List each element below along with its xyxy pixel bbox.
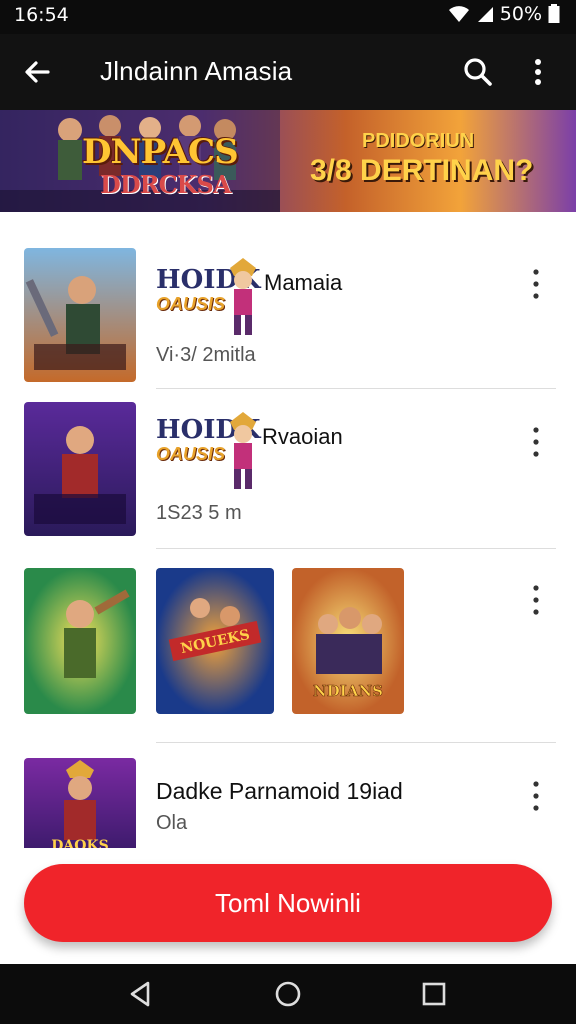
game-thumbnail	[24, 248, 136, 382]
list-item[interactable]: DAOKS Dadke Parnamoid 19iad Ola	[0, 744, 576, 848]
game-thumbnail: NOUEKS	[156, 568, 274, 714]
item-title: Rvaoian	[262, 424, 343, 449]
footer: Toml Nowinli	[0, 848, 576, 964]
status-bar: 16:54 50%	[0, 0, 576, 34]
game-list: HOIDK OAUSIS Mamaia Vi·3/ 2mitla HOIDK O…	[0, 226, 576, 848]
more-vert-icon	[535, 59, 541, 85]
thumb-label: NDIANS	[313, 682, 383, 700]
mascot-icon	[230, 258, 256, 335]
divider	[156, 388, 556, 389]
search-icon	[464, 58, 492, 86]
status-icons: 50%	[448, 3, 560, 25]
item-title: Dadke Parnamoid 19iad	[156, 778, 403, 804]
list-item[interactable]: NOUEKS NDIANS	[0, 550, 576, 744]
nav-recents-icon[interactable]	[418, 978, 450, 1010]
more-options-button[interactable]	[518, 52, 558, 92]
item-more-icon[interactable]	[524, 266, 548, 302]
list-item[interactable]: HOIDK OAUSIS Rvaoian 1S23 5 m	[0, 390, 576, 550]
primary-action-button[interactable]: Toml Nowinli	[24, 864, 552, 942]
item-more-icon[interactable]	[524, 778, 548, 814]
nav-home-icon[interactable]	[272, 978, 304, 1010]
thumb-label: DAOKS	[51, 838, 108, 848]
promo-banner[interactable]: DNPACS DDRCKSA PDIDORIUN 3/8 DERTINAN?	[0, 110, 576, 212]
status-time: 16:54	[14, 4, 69, 26]
item-subtitle: 1S23 5 m	[156, 502, 242, 524]
game-thumbnail: NDIANS	[292, 568, 404, 714]
banner-logo-subtitle: DDRCKSA	[100, 170, 231, 199]
banner-logo-title: DNPACS	[82, 132, 239, 172]
list-item[interactable]: HOIDK OAUSIS Mamaia Vi·3/ 2mitla	[0, 226, 576, 389]
nav-back-icon[interactable]	[124, 978, 156, 1010]
signal-icon	[477, 7, 493, 22]
back-arrow-icon	[25, 61, 50, 83]
item-title: Mamaia	[264, 270, 343, 295]
item-more-icon[interactable]	[524, 424, 548, 460]
app-bar: Jlndainn Amasia	[0, 34, 576, 110]
system-nav-bar	[0, 964, 576, 1024]
item-subtitle: Ola	[156, 812, 188, 834]
item-more-icon[interactable]	[524, 582, 548, 618]
search-button[interactable]	[458, 52, 498, 92]
item-subtitle: Vi·3/ 2mitla	[156, 344, 256, 366]
game-thumbnail	[24, 402, 136, 536]
divider	[156, 548, 556, 549]
banner-tagline-main: 3/8 DERTINAN?	[310, 154, 534, 187]
battery-icon	[548, 4, 560, 23]
app-title: Jlndainn Amasia	[100, 56, 293, 86]
game-thumbnail	[24, 568, 136, 714]
game-thumbnail: DAOKS	[24, 758, 136, 848]
back-button[interactable]	[18, 52, 58, 92]
divider	[156, 742, 556, 743]
banner-tagline-top: PDIDORIUN	[362, 130, 475, 152]
mascot-icon	[230, 412, 256, 489]
battery-percent: 50%	[499, 3, 542, 25]
wifi-icon	[448, 6, 469, 22]
